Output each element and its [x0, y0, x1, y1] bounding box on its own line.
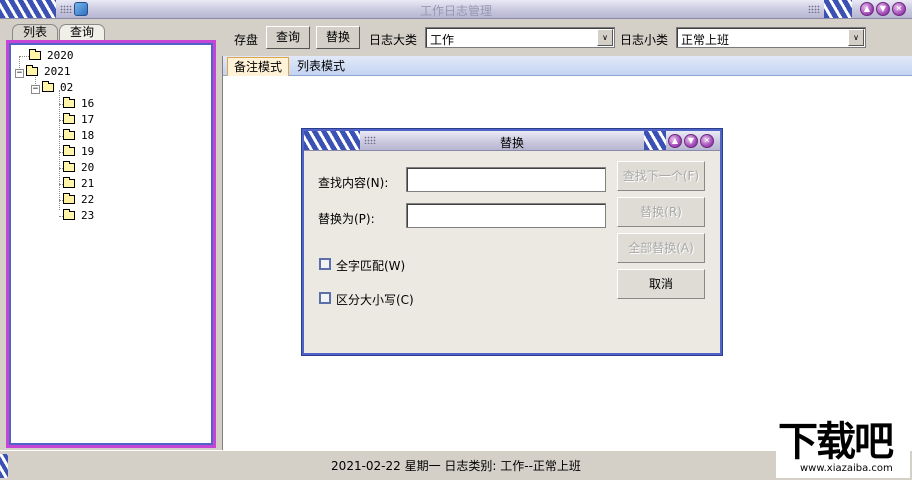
whole-word-checkbox[interactable]	[319, 258, 331, 270]
folder-icon	[63, 97, 75, 108]
tree-node-day[interactable]: 16	[15, 96, 94, 112]
folder-icon	[63, 161, 75, 172]
category-label: 日志大类	[369, 33, 418, 47]
category-value: 工作	[430, 33, 455, 47]
minimize-icon[interactable]: ▲	[668, 134, 682, 148]
content-tabbar: 备注模式 列表模式	[223, 56, 912, 76]
tree-node-day-selected[interactable]: 22	[15, 192, 94, 208]
close-icon[interactable]: ✕	[700, 134, 714, 148]
tab-query[interactable]: 查询	[59, 24, 106, 41]
folder-icon	[63, 177, 75, 188]
titlebar-grip-right	[808, 5, 820, 13]
subcategory-select[interactable]: 正常上班 ∨	[676, 27, 866, 48]
save-label[interactable]: 存盘	[234, 31, 258, 48]
dialog-titlebar[interactable]: 替换 ▲ ▼ ✕	[304, 131, 720, 151]
query-button[interactable]: 查询	[266, 26, 310, 49]
folder-icon	[26, 65, 38, 76]
replace-button[interactable]: 替换(R)	[617, 197, 705, 227]
tree-node-day[interactable]: 23	[15, 208, 94, 224]
folder-icon	[63, 145, 75, 156]
titlebar-stripes-right	[824, 0, 852, 18]
tree-node-month[interactable]: −02	[15, 80, 94, 96]
left-panel: 列表 查询 2020 −2021 −02 16 17 18 19 20 21 2…	[4, 22, 218, 448]
tree-node-year[interactable]: 2020	[15, 48, 94, 64]
tree-node-day[interactable]: 18	[15, 128, 94, 144]
close-icon[interactable]: ✕	[892, 2, 906, 16]
open-folder-icon	[63, 193, 75, 204]
match-case-label[interactable]: 区分大小写(C)	[336, 291, 414, 308]
tab-note-mode[interactable]: 备注模式	[227, 57, 290, 76]
chevron-down-icon[interactable]: ∨	[597, 29, 613, 46]
watermark-logo: 下载吧 www.xiazaiba.com	[776, 420, 910, 478]
replace-input[interactable]	[406, 203, 606, 228]
folder-icon	[63, 209, 75, 220]
watermark-text: 下载吧	[778, 419, 894, 465]
tree-node-day[interactable]: 17	[15, 112, 94, 128]
folder-icon	[63, 113, 75, 124]
collapse-icon[interactable]: −	[15, 69, 24, 78]
tree-node-day[interactable]: 21	[15, 176, 94, 192]
maximize-icon[interactable]: ▼	[684, 134, 698, 148]
tab-list-mode[interactable]: 列表模式	[291, 57, 351, 76]
minimize-icon[interactable]: ▲	[860, 2, 874, 16]
tab-list[interactable]: 列表	[12, 24, 59, 41]
window-titlebar[interactable]: 工作日志管理 ▲ ▼ ✕	[0, 0, 912, 19]
subcategory-label: 日志小类	[620, 33, 669, 47]
window-title: 工作日志管理	[419, 4, 492, 18]
category-select[interactable]: 工作 ∨	[425, 27, 615, 48]
subcategory-value: 正常上班	[681, 33, 730, 47]
folder-icon	[42, 81, 54, 92]
collapse-icon[interactable]: −	[31, 85, 40, 94]
replace-dialog: 替换 ▲ ▼ ✕ 查找内容(N): 替换为(P): 全字匹配(W) 区分大小写(…	[302, 129, 722, 355]
maximize-icon[interactable]: ▼	[876, 2, 890, 16]
tree-node-day[interactable]: 20	[15, 160, 94, 176]
tree-node-year[interactable]: −2021	[15, 64, 94, 80]
chevron-down-icon[interactable]: ∨	[848, 29, 864, 46]
folder-icon	[63, 129, 75, 140]
match-case-checkbox[interactable]	[319, 292, 331, 304]
replace-with-label: 替换为(P):	[318, 212, 375, 226]
watermark-url: www.xiazaiba.com	[800, 463, 893, 474]
find-input[interactable]	[406, 167, 606, 192]
folder-icon	[29, 49, 41, 60]
cancel-button[interactable]: 取消	[617, 269, 705, 299]
tree-node-day[interactable]: 19	[15, 144, 94, 160]
replace-button[interactable]: 替换	[316, 26, 360, 49]
whole-word-label[interactable]: 全字匹配(W)	[336, 257, 405, 274]
find-label: 查找内容(N):	[318, 176, 389, 190]
dialog-title-stripes-right	[644, 131, 666, 150]
find-next-button[interactable]: 查找下一个(F)	[617, 161, 705, 191]
replace-all-button[interactable]: 全部替换(A)	[617, 233, 705, 263]
date-tree: 2020 −2021 −02 16 17 18 19 20 21 22 23	[15, 48, 94, 224]
date-tree-frame: 2020 −2021 −02 16 17 18 19 20 21 22 23	[6, 40, 216, 448]
toolbar: 存盘 查询 替换 日志大类 工作 ∨ 日志小类 正常上班 ∨	[224, 24, 908, 54]
